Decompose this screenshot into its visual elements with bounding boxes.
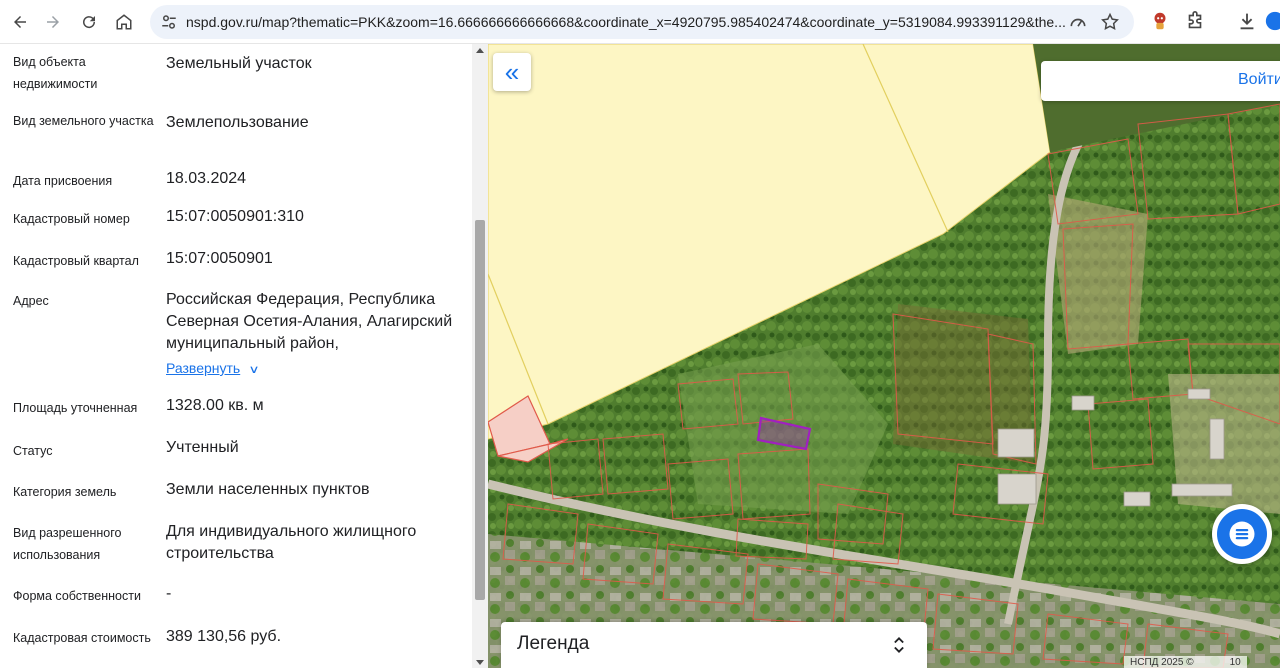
copyright-text: НСПД 2025 ©	[1130, 657, 1194, 668]
bookmark-star-icon[interactable]	[1100, 12, 1120, 32]
arrow-right-icon	[47, 16, 59, 28]
home-button[interactable]	[109, 7, 139, 37]
expand-address-link[interactable]: Развернуть ∨	[166, 357, 462, 381]
row-label: Форма собственности	[13, 589, 141, 603]
legend-panel[interactable]: Легенда	[501, 622, 927, 668]
site-settings-icon[interactable]	[160, 13, 178, 31]
row-value: Для индивидуального жилищного строительс…	[166, 523, 417, 562]
extensions-puzzle-icon[interactable]	[1184, 10, 1206, 32]
back-button[interactable]	[5, 7, 35, 37]
double-chevron-left-icon: «	[504, 57, 520, 87]
url-text[interactable]: nspd.gov.ru/map?thematic=PKK&zoom=16.666…	[186, 14, 1066, 30]
row-label: Кадастровая стоимость	[13, 631, 151, 645]
row-value: Учтенный	[166, 439, 239, 456]
row-label: Вид земельного участка	[13, 114, 154, 128]
row-label: Вид объекта недвижимости	[13, 55, 98, 91]
scroll-up-arrow-icon[interactable]	[476, 48, 484, 53]
reload-button[interactable]	[74, 7, 104, 37]
address-bar[interactable]: nspd.gov.ru/map?thematic=PKK&zoom=16.666…	[150, 5, 1134, 39]
row-value: Российская Федерация, Республика Северна…	[166, 291, 453, 352]
row-value: 15:07:0050901:310	[166, 208, 304, 225]
expand-label[interactable]: Развернуть	[166, 360, 240, 376]
legend-title: Легенда	[517, 633, 590, 654]
chat-button[interactable]	[1212, 504, 1272, 564]
map-canvas[interactable]	[488, 44, 1280, 668]
reload-icon	[83, 16, 96, 29]
scale-text: 10	[1229, 657, 1241, 668]
row-value: 389 130,56 руб.	[166, 628, 282, 645]
unfold-icon[interactable]	[889, 634, 909, 656]
chat-bubble-icon	[1217, 509, 1267, 559]
row-label: Кадастровый квартал	[13, 254, 139, 268]
row-label: Вид разрешенного использования	[13, 526, 122, 562]
forward-button[interactable]	[38, 7, 68, 37]
row-value: 18.03.2024	[166, 170, 247, 187]
row-value: -	[166, 585, 172, 602]
row-label: Категория земель	[13, 485, 117, 499]
profile-avatar-icon[interactable]	[1264, 10, 1280, 32]
arrow-left-icon	[14, 16, 26, 28]
row-value: Землепользование	[166, 114, 309, 131]
home-icon	[116, 14, 132, 30]
extension-character-icon[interactable]	[1149, 10, 1171, 32]
download-icon[interactable]	[1236, 10, 1258, 32]
row-value: Земельный участок	[166, 55, 312, 72]
panel-scrollbar[interactable]	[472, 44, 488, 668]
scroll-down-arrow-icon[interactable]	[476, 660, 484, 665]
scroll-thumb[interactable]	[475, 220, 485, 600]
row-value: 1328.00 кв. м	[166, 397, 264, 414]
performance-icon[interactable]	[1068, 12, 1088, 32]
row-label: Площадь уточненная	[13, 401, 138, 415]
object-info-panel: Вид объекта недвижимости Земельный участ…	[0, 44, 488, 668]
row-label: Кадастровый номер	[13, 212, 130, 226]
login-button[interactable]: Войти	[1238, 71, 1280, 89]
login-bar[interactable]: Войти	[1041, 61, 1280, 101]
row-value: Земли населенных пунктов	[166, 481, 370, 498]
row-value: 15:07:0050901	[166, 250, 273, 267]
row-label: Дата присвоения	[13, 174, 113, 188]
row-label: Статус	[13, 444, 53, 458]
map-copyright: НСПД 2025 © 10	[1124, 656, 1247, 668]
row-label: Адрес	[13, 294, 49, 308]
cadastral-map[interactable]: « Войти Легенда НСПД 2025 © 10	[488, 44, 1280, 668]
collapse-panel-button[interactable]: «	[493, 53, 531, 91]
chevron-down-icon[interactable]: ∨	[249, 359, 260, 381]
browser-toolbar: nspd.gov.ru/map?thematic=PKK&zoom=16.666…	[0, 0, 1280, 44]
